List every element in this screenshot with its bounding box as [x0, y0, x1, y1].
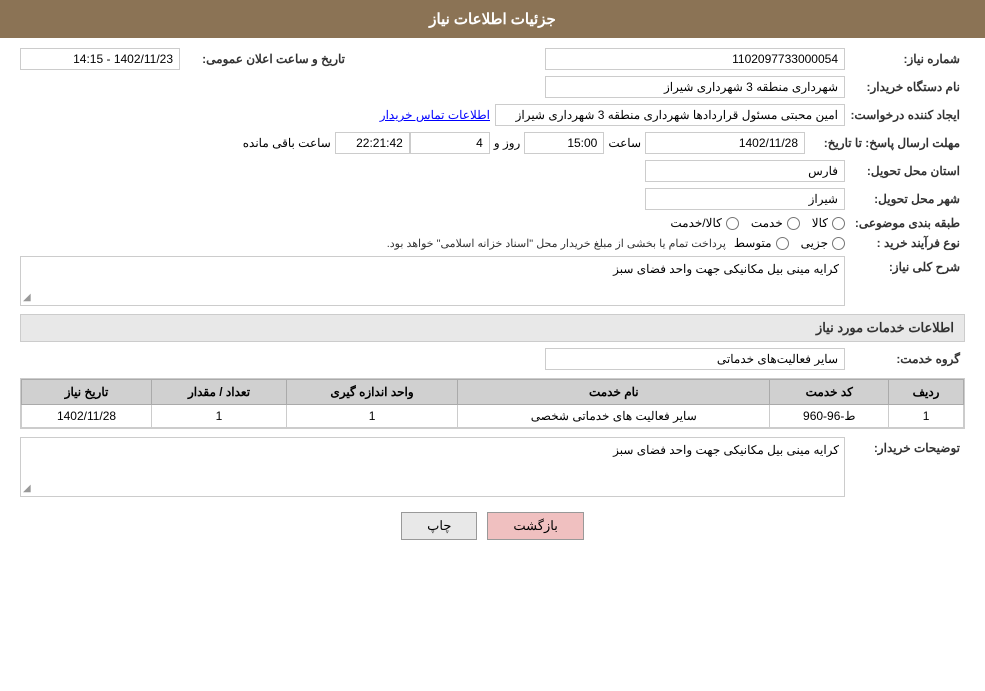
ostan-row: استان محل تحویل: فارس	[20, 160, 965, 182]
service-info-title: اطلاعات خدمات مورد نیاز	[20, 314, 965, 342]
grohe-khedmat-field: سایر فعالیت‌های خدماتی	[545, 348, 845, 370]
ijad-konande-label: ایجاد کننده درخواست:	[845, 108, 965, 122]
radio-jozi[interactable]	[832, 237, 845, 250]
farayand-jozi[interactable]: جزیی	[801, 236, 845, 250]
sharh-koli-row: شرح کلی نیاز: کرایه مینی بیل مکانیکی جهت…	[20, 256, 965, 306]
noe-farayand-label: نوع فرآیند خرید :	[845, 236, 965, 250]
cell-vahed: 1	[286, 405, 457, 428]
tabaqe-radio-group: کالا خدمت کالا/خدمت	[670, 216, 845, 230]
announce-date-value: 1402/11/23 - 14:15	[73, 52, 173, 66]
col-radif: ردیف	[889, 380, 964, 405]
farayand-motevaset[interactable]: متوسط	[734, 236, 789, 250]
nam-dastgah-row: نام دستگاه خریدار: شهرداری منطقه 3 شهردا…	[20, 76, 965, 98]
content-area: شماره نیاز: 1102097733000054 تاریخ و ساع…	[0, 38, 985, 560]
table-body: 1 ط-96-960 سایر فعالیت های خدماتی شخصی 1…	[22, 405, 964, 428]
khedmat-label: خدمت	[751, 216, 783, 230]
kala-khedmat-label: کالا/خدمت	[670, 216, 721, 230]
ijad-konande-row: ایجاد کننده درخواست: امین محبتی مسئول قر…	[20, 104, 965, 126]
saat-label: ساعت	[608, 136, 641, 150]
sharh-koli-label: شرح کلی نیاز:	[845, 260, 965, 274]
cell-tarikh: 1402/11/28	[22, 405, 152, 428]
ijad-konande-field: امین محبتی مسئول قراردادها شهرداری منطقه…	[495, 104, 845, 126]
nam-dastgah-label: نام دستگاه خریدار:	[845, 80, 965, 94]
col-nam-khedmat: نام خدمت	[458, 380, 770, 405]
col-vahed: واحد اندازه گیری	[286, 380, 457, 405]
grohe-khedmat-label: گروه خدمت:	[845, 352, 965, 366]
nam-dastgah-value: شهرداری منطقه 3 شهرداری شیراز	[664, 80, 838, 94]
ijad-konande-value: امین محبتی مسئول قراردادها شهرداری منطقه…	[516, 108, 838, 122]
noe-farayand-row: نوع فرآیند خرید : جزیی متوسط پرداخت تمام…	[20, 236, 965, 250]
ostan-label: استان محل تحویل:	[845, 164, 965, 178]
mohlat-row: مهلت ارسال پاسخ: تا تاریخ: 1402/11/28 سا…	[20, 132, 965, 154]
shomare-niaz-row: شماره نیاز: 1102097733000054 تاریخ و ساع…	[20, 48, 965, 70]
tozihat-value: کرایه مینی بیل مکانیکی جهت واحد فضای سبز	[613, 443, 839, 457]
nam-dastgah-field: شهرداری منطقه 3 شهرداری شیراز	[545, 76, 845, 98]
table-row: 1 ط-96-960 سایر فعالیت های خدماتی شخصی 1…	[22, 405, 964, 428]
mohlat-roz-field: 4	[410, 132, 490, 154]
tabaqe-kala[interactable]: کالا	[812, 216, 845, 230]
announce-date-label: تاریخ و ساعت اعلان عمومی:	[180, 52, 350, 66]
page-header: جزئیات اطلاعات نیاز	[0, 0, 985, 38]
motevaset-label: متوسط	[734, 236, 772, 250]
mohlat-time-field: 15:00	[524, 132, 604, 154]
etelaat-tamas-link[interactable]: اطلاعات تماس خریدار	[380, 108, 490, 122]
mohlat-roz-value: 4	[476, 136, 483, 150]
tabaqe-row: طبقه بندی موضوعی: کالا خدمت کالا/خدمت	[20, 216, 965, 230]
grohe-khedmat-row: گروه خدمت: سایر فعالیت‌های خدماتی	[20, 348, 965, 370]
mohlat-label: مهلت ارسال پاسخ: تا تاریخ:	[805, 136, 965, 150]
radio-kala[interactable]	[832, 217, 845, 230]
noe-farayand-radio-group: جزیی متوسط	[734, 236, 845, 250]
tabaqe-kala-khedmat[interactable]: کالا/خدمت	[670, 216, 738, 230]
tozihat-label: توضیحات خریدار:	[845, 441, 965, 455]
cell-radif: 1	[889, 405, 964, 428]
ostan-value: فارس	[808, 164, 838, 178]
shahr-value: شیراز	[809, 192, 838, 206]
countdown-field: 22:21:42	[335, 132, 410, 154]
col-tarikh: تاریخ نیاز	[22, 380, 152, 405]
table-header: ردیف کد خدمت نام خدمت واحد اندازه گیری ت…	[22, 380, 964, 405]
shahr-row: شهر محل تحویل: شیراز	[20, 188, 965, 210]
announce-date-field: 1402/11/23 - 14:15	[20, 48, 180, 70]
mohlat-date-value: 1402/11/28	[739, 136, 798, 150]
services-table: ردیف کد خدمت نام خدمت واحد اندازه گیری ت…	[21, 379, 964, 428]
radio-motevaset[interactable]	[776, 237, 789, 250]
tabaqe-label: طبقه بندی موضوعی:	[845, 216, 965, 230]
kala-label: کالا	[812, 216, 828, 230]
jozi-label: جزیی	[801, 236, 828, 250]
tozihat-row: توضیحات خریدار: کرایه مینی بیل مکانیکی ج…	[20, 437, 965, 497]
saat-baghi-label: ساعت باقی مانده	[243, 136, 331, 150]
button-row: بازگشت چاپ	[20, 512, 965, 540]
mohlat-date-field: 1402/11/28	[645, 132, 805, 154]
services-table-container: ردیف کد خدمت نام خدمت واحد اندازه گیری ت…	[20, 378, 965, 429]
col-kod-khedmat: کد خدمت	[770, 380, 889, 405]
farayand-note: پرداخت تمام یا بخشی از مبلغ خریدار محل "…	[387, 237, 726, 250]
ostan-field: فارس	[645, 160, 845, 182]
mohlat-time-value: 15:00	[567, 136, 597, 150]
col-tedad: تعداد / مقدار	[152, 380, 287, 405]
radio-khedmat[interactable]	[787, 217, 800, 230]
grohe-khedmat-value: سایر فعالیت‌های خدماتی	[717, 352, 838, 366]
shomare-niaz-value: 1102097733000054	[732, 52, 838, 66]
print-button[interactable]: چاپ	[401, 512, 477, 540]
countdown-value: 22:21:42	[356, 136, 403, 150]
cell-nam-khedmat: سایر فعالیت های خدماتی شخصی	[458, 405, 770, 428]
radio-kala-khedmat[interactable]	[726, 217, 739, 230]
cell-kod-khedmat: ط-96-960	[770, 405, 889, 428]
sharh-koli-value: کرایه مینی بیل مکانیکی جهت واحد فضای سبز	[613, 262, 839, 276]
roz-label: روز و	[494, 136, 521, 150]
shomare-niaz-field: 1102097733000054	[545, 48, 845, 70]
back-button[interactable]: بازگشت	[487, 512, 583, 540]
page-title: جزئیات اطلاعات نیاز	[429, 11, 556, 28]
shahr-label: شهر محل تحویل:	[845, 192, 965, 206]
cell-tedad: 1	[152, 405, 287, 428]
shomare-niaz-label: شماره نیاز:	[845, 52, 965, 66]
tabaqe-khedmat[interactable]: خدمت	[751, 216, 800, 230]
shahr-field: شیراز	[645, 188, 845, 210]
